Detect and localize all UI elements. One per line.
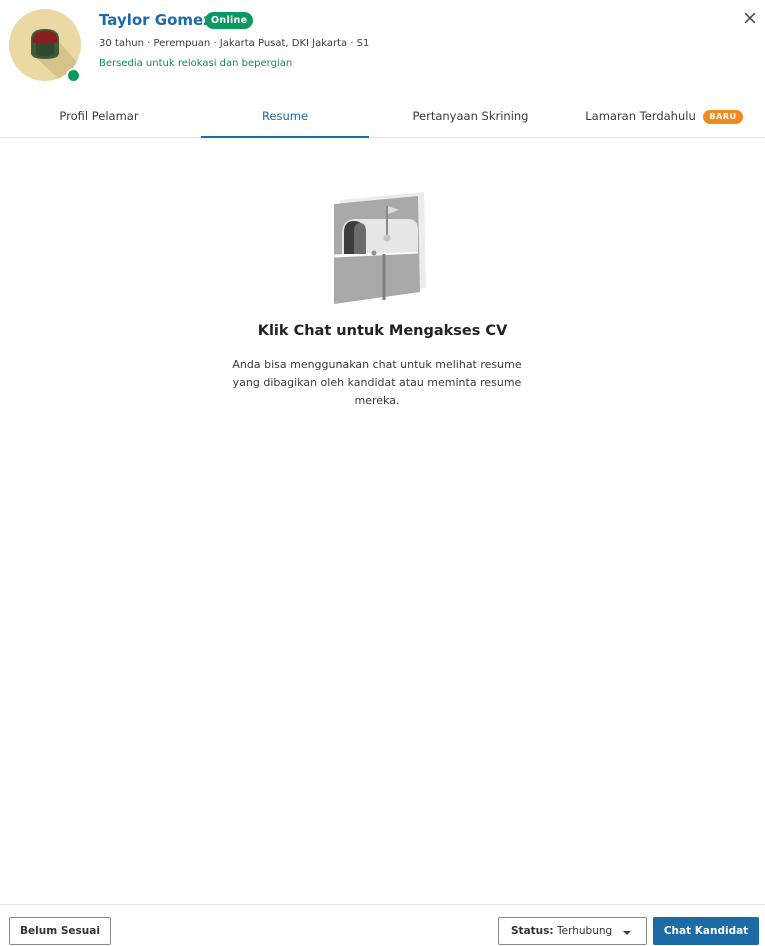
online-badge: Online — [205, 12, 254, 29]
tab-bar: Profil Pelamar Resume Pertanyaan Skrinin… — [0, 100, 765, 138]
status-label: Status: — [511, 925, 554, 937]
tab-label: Lamaran Terdahulu — [585, 109, 696, 123]
candidate-header: Taylor Gomez Online 30 tahun · Perempuan… — [0, 0, 765, 100]
tab-resume[interactable]: Resume — [201, 100, 369, 138]
tab-profil-pelamar[interactable]: Profil Pelamar — [22, 100, 176, 138]
tab-label: Pertanyaan Skrining — [412, 109, 529, 123]
online-status-dot — [66, 68, 81, 83]
status-value: Terhubung — [557, 925, 613, 937]
close-icon — [744, 12, 756, 24]
chat-candidate-button[interactable]: Chat Kandidat — [653, 917, 759, 945]
mailbox-illustration — [330, 192, 430, 310]
tab-pertanyaan-skrining[interactable]: Pertanyaan Skrining — [388, 100, 553, 138]
not-suitable-button[interactable]: Belum Sesuai — [9, 917, 111, 945]
mailbox-illustration-icon — [333, 192, 426, 304]
new-badge: BARU — [703, 110, 743, 124]
close-button[interactable] — [740, 8, 760, 28]
candidate-meta: 30 tahun · Perempuan · Jakarta Pusat, DK… — [99, 38, 370, 49]
tab-label: Profil Pelamar — [59, 109, 139, 123]
candidate-detail-panel: Taylor Gomez Online 30 tahun · Perempuan… — [0, 0, 765, 946]
tab-lamaran-terdahulu[interactable]: Lamaran Terdahulu BARU — [574, 100, 754, 138]
candidate-name: Taylor Gomez — [99, 11, 212, 29]
tab-label: Resume — [261, 109, 309, 123]
caret-down-icon — [623, 931, 631, 935]
empty-state-title: Klik Chat untuk Mengakses CV — [257, 323, 508, 339]
status-dropdown[interactable]: Status: Terhubung — [498, 917, 647, 945]
action-footer: Belum Sesuai Status: Terhubung Chat Kand… — [0, 904, 765, 946]
relocation-note: Bersedia untuk relokasi dan bepergian — [99, 58, 293, 69]
empty-state-description: Anda bisa menggunakan chat untuk melihat… — [232, 358, 522, 407]
